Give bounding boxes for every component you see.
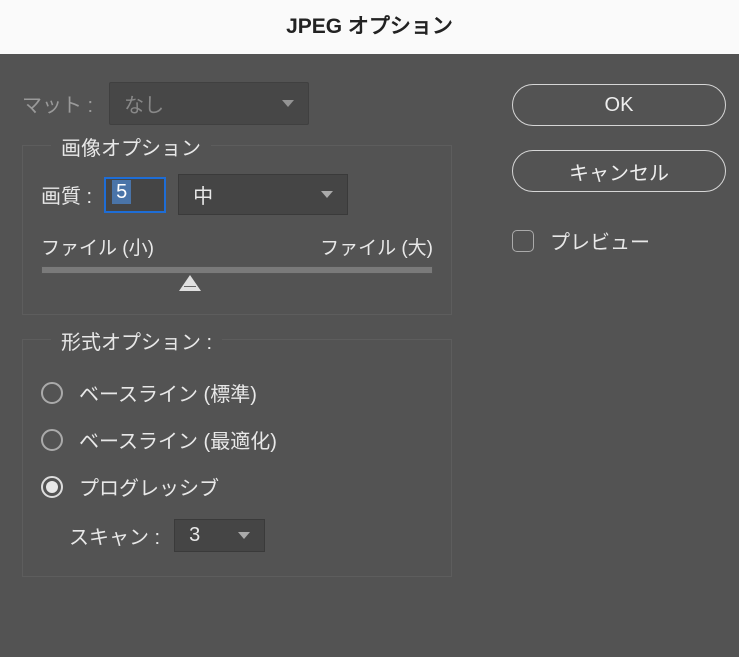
chevron-down-icon [282, 100, 294, 107]
dialog-title: JPEG オプション [0, 0, 739, 54]
format-options-legend: 形式オプション : [51, 326, 222, 355]
slider-thumb-icon[interactable] [179, 275, 201, 291]
radio-icon [41, 476, 63, 498]
radio-baseline-standard[interactable]: ベースライン (標準) [41, 378, 433, 407]
chevron-down-icon [238, 532, 250, 539]
scans-dropdown[interactable]: 3 [174, 519, 265, 552]
scans-label: スキャン : [69, 521, 160, 550]
cancel-button[interactable]: キャンセル [512, 150, 726, 192]
radio-icon [41, 429, 63, 451]
preview-checkbox-row[interactable]: プレビュー [512, 226, 726, 255]
ok-button[interactable]: OK [512, 84, 726, 126]
format-options-group: 形式オプション : ベースライン (標準) ベースライン (最適化) プログレッ… [22, 339, 452, 577]
radio-icon [41, 382, 63, 404]
quality-label: 画質 : [41, 180, 92, 209]
preview-label: プレビュー [550, 226, 650, 255]
file-small-label: ファイル (小) [41, 233, 154, 260]
radio-baseline-optimized[interactable]: ベースライン (最適化) [41, 425, 433, 454]
radio-label: ベースライン (標準) [79, 378, 257, 407]
chevron-down-icon [321, 191, 333, 198]
matte-value: なし [124, 89, 164, 118]
matte-dropdown: なし [109, 82, 309, 125]
radio-progressive[interactable]: プログレッシブ [41, 472, 433, 501]
quality-input[interactable]: 5 [104, 177, 166, 213]
quality-value: 5 [112, 180, 131, 204]
matte-label: マット : [22, 89, 93, 118]
quality-level-value: 中 [193, 180, 213, 209]
file-large-label: ファイル (大) [320, 233, 433, 260]
radio-label: プログレッシブ [79, 472, 219, 501]
radio-label: ベースライン (最適化) [79, 425, 277, 454]
quality-level-dropdown[interactable]: 中 [178, 174, 348, 215]
quality-slider[interactable] [41, 266, 433, 274]
image-options-group: 画像オプション 画質 : 5 中 ファイル (小) ファイル (大) [22, 145, 452, 315]
preview-checkbox[interactable] [512, 230, 534, 252]
image-options-legend: 画像オプション [51, 132, 211, 161]
scans-value: 3 [189, 524, 200, 547]
